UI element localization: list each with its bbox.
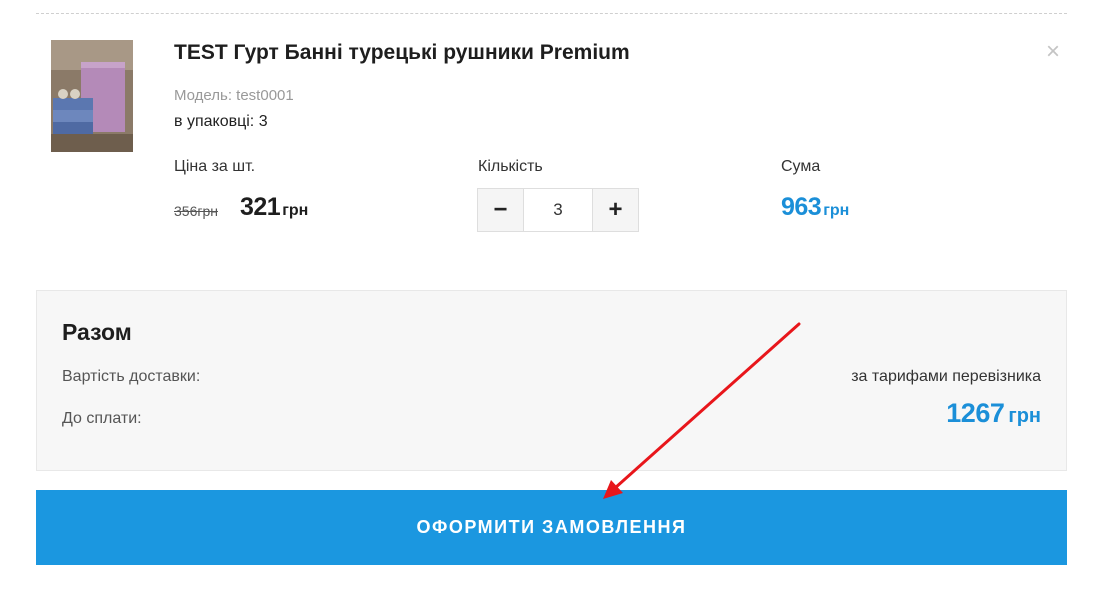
- checkout-button[interactable]: ОФОРМИТИ ЗАМОВЛЕННЯ: [36, 490, 1067, 565]
- quantity-increase-button[interactable]: +: [593, 189, 638, 231]
- product-image[interactable]: [51, 40, 133, 152]
- quantity-column-label: Кількість: [478, 158, 543, 175]
- line-sum-value: 963: [781, 193, 822, 221]
- product-title[interactable]: TEST Гурт Банні турецькі рушники Premium: [174, 41, 630, 65]
- quantity-input[interactable]: [523, 189, 593, 231]
- line-sum-currency: грн: [823, 202, 850, 219]
- unit-price-value: 321: [240, 193, 281, 221]
- unit-price: 321 грн: [240, 193, 308, 222]
- product-model: Модель: test0001: [174, 87, 294, 104]
- amount-due-currency: грн: [1008, 405, 1041, 427]
- amount-due-label: До сплати:: [62, 410, 142, 427]
- quantity-stepper: − +: [477, 188, 639, 232]
- order-total-panel: Разом Вартість доставки: за тарифами пер…: [36, 290, 1067, 471]
- sum-column-label: Сума: [781, 158, 821, 175]
- product-pack-count: в упаковці: 3: [174, 113, 268, 130]
- top-divider: [36, 13, 1067, 14]
- total-title: Разом: [62, 319, 132, 345]
- amount-due: 1267 грн: [946, 398, 1041, 429]
- delivery-cost-label: Вартість доставки:: [62, 368, 201, 385]
- line-sum: 963 грн: [781, 193, 849, 222]
- amount-due-value: 1267: [946, 398, 1005, 428]
- price-column-label: Ціна за шт.: [174, 158, 256, 175]
- unit-price-currency: грн: [282, 202, 309, 219]
- quantity-decrease-button[interactable]: −: [478, 189, 523, 231]
- delivery-cost-value: за тарифами перевізника: [851, 368, 1041, 385]
- old-price: 356грн: [174, 203, 218, 219]
- towel-photo: [51, 40, 133, 152]
- close-icon[interactable]: ×: [1043, 40, 1063, 64]
